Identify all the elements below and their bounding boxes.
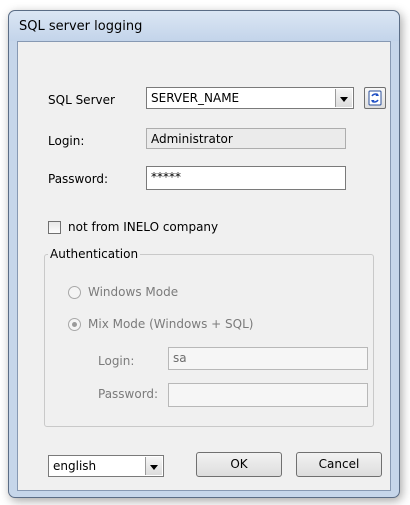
language-select[interactable]: english xyxy=(48,455,164,477)
refresh-button[interactable] xyxy=(364,87,386,109)
title-bar[interactable]: SQL server logging xyxy=(9,11,399,41)
authentication-legend: Authentication xyxy=(48,247,141,261)
windows-mode-label[interactable]: Windows Mode xyxy=(88,285,178,299)
auth-password-field[interactable] xyxy=(168,383,368,407)
auth-login-label: Login: xyxy=(98,354,135,368)
cancel-button[interactable]: Cancel xyxy=(296,452,382,477)
login-field: Administrator xyxy=(146,128,346,149)
sql-server-value: SERVER_NAME xyxy=(151,91,240,105)
auth-login-value: sa xyxy=(173,351,187,365)
sql-server-combo[interactable]: SERVER_NAME xyxy=(146,87,354,109)
sql-logging-dialog: SQL server logging SQL Server SERVER_NAM… xyxy=(8,10,400,498)
password-value: ***** xyxy=(151,170,181,184)
windows-mode-radio[interactable] xyxy=(68,286,81,299)
sql-server-label: SQL Server xyxy=(48,93,115,107)
ok-button[interactable]: OK xyxy=(196,452,282,477)
password-field[interactable]: ***** xyxy=(146,166,346,190)
window-title: SQL server logging xyxy=(19,19,143,34)
mix-mode-radio[interactable] xyxy=(68,318,81,331)
chevron-down-icon[interactable] xyxy=(145,457,162,475)
auth-login-field[interactable]: sa xyxy=(168,347,368,370)
language-value: english xyxy=(53,459,97,473)
mix-mode-label[interactable]: Mix Mode (Windows + SQL) xyxy=(88,317,253,331)
dialog-body: SQL Server SERVER_NAME Login: Administra… xyxy=(17,41,391,491)
not-inelo-label[interactable]: not from INELO company xyxy=(68,220,218,234)
refresh-icon xyxy=(368,90,382,106)
not-inelo-checkbox[interactable] xyxy=(48,221,61,234)
auth-password-label: Password: xyxy=(98,387,159,401)
login-label: Login: xyxy=(48,134,85,148)
password-label: Password: xyxy=(48,172,109,186)
chevron-down-icon[interactable] xyxy=(335,89,352,107)
login-value: Administrator xyxy=(151,132,233,146)
